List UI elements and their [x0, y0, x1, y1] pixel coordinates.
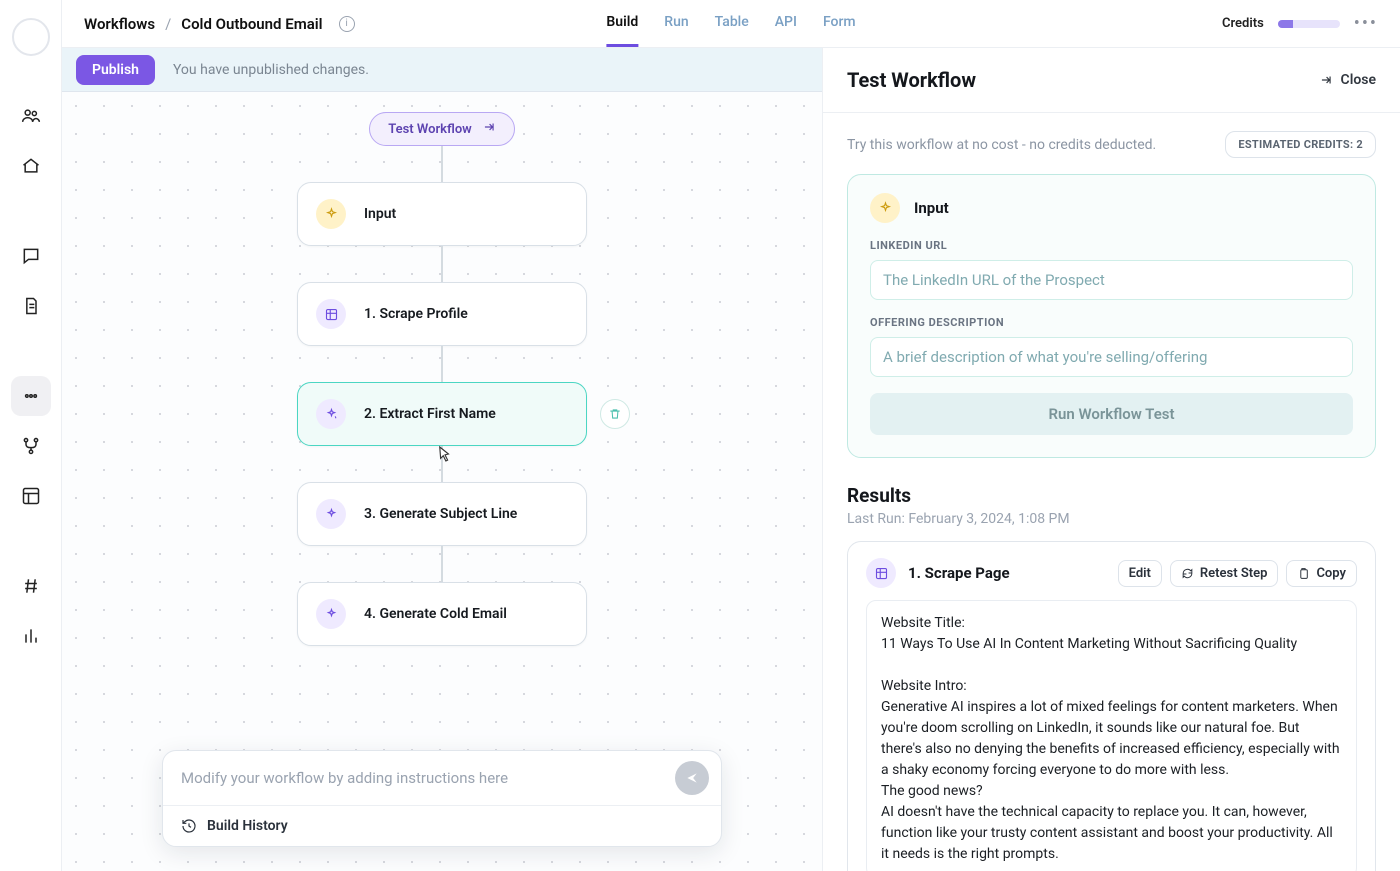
node-input-label: Input: [364, 206, 396, 222]
nav-hash-icon[interactable]: [11, 566, 51, 606]
tab-run[interactable]: Run: [664, 0, 688, 47]
compose-input[interactable]: [181, 769, 675, 787]
node-extract-first-name[interactable]: 2. Extract First Name: [297, 382, 587, 446]
cursor-icon: [438, 445, 452, 463]
canvas[interactable]: Test Workflow Input: [62, 92, 822, 871]
compose-box: Build History: [162, 750, 722, 847]
tab-table[interactable]: Table: [715, 0, 749, 47]
history-icon: [181, 818, 197, 834]
sparkle-icon: [316, 599, 346, 629]
node-extract-first-name-label: 2. Extract First Name: [364, 406, 496, 422]
test-workflow-label: Test Workflow: [388, 122, 472, 137]
panel-title: Test Workflow: [847, 68, 976, 92]
tab-api[interactable]: API: [775, 0, 797, 47]
node-scrape-profile-label: 1. Scrape Profile: [364, 306, 468, 322]
offering-desc-label: OFFERING DESCRIPTION: [870, 316, 1353, 329]
nav-workflow-icon[interactable]: [11, 376, 51, 416]
sparkle-icon: [870, 193, 900, 223]
nav-chat-icon[interactable]: [11, 236, 51, 276]
info-icon[interactable]: i: [339, 16, 355, 32]
breadcrumb-page[interactable]: Cold Outbound Email: [181, 15, 322, 33]
credits-meter: [1278, 20, 1340, 28]
breadcrumb-root[interactable]: Workflows: [84, 15, 155, 33]
publish-button[interactable]: Publish: [76, 55, 155, 85]
sparkle-icon: [316, 499, 346, 529]
close-icon: [1319, 73, 1333, 87]
nav-branch-icon[interactable]: [11, 426, 51, 466]
breadcrumb: Workflows / Cold Outbound Email i: [84, 15, 355, 33]
send-button[interactable]: [675, 761, 709, 795]
refresh-icon: [1181, 567, 1194, 580]
result-card: 1. Scrape Page Edit Retest Step Copy: [847, 541, 1376, 871]
grid-icon: [316, 299, 346, 329]
delete-node-button[interactable]: [600, 399, 630, 429]
edit-button[interactable]: Edit: [1118, 560, 1162, 587]
result-body: Website Title: 11 Ways To Use AI In Cont…: [866, 600, 1357, 871]
estimated-credits-chip: ESTIMATED CREDITS: 2: [1225, 131, 1376, 158]
publish-note: You have unpublished changes.: [173, 62, 369, 78]
panel-subtext: Try this workflow at no cost - no credit…: [847, 137, 1156, 153]
nav-layout-icon[interactable]: [11, 476, 51, 516]
build-history-button[interactable]: Build History: [163, 805, 721, 846]
nav-people-icon[interactable]: [11, 96, 51, 136]
test-workflow-pill[interactable]: Test Workflow: [369, 112, 515, 146]
publish-bar: Publish You have unpublished changes.: [62, 48, 822, 92]
close-label: Close: [1341, 72, 1376, 88]
tabs: Build Run Table API Form: [606, 0, 855, 47]
copy-button[interactable]: Copy: [1286, 560, 1357, 587]
node-generate-subject-label: 3. Generate Subject Line: [364, 506, 517, 522]
node-input[interactable]: Input: [297, 182, 587, 246]
linkedin-url-label: LINKEDIN URL: [870, 239, 1353, 252]
result-step-title: 1. Scrape Page: [908, 564, 1010, 582]
tab-form[interactable]: Form: [823, 0, 856, 47]
input-card: Input LINKEDIN URL OFFERING DESCRIPTION …: [847, 174, 1376, 458]
more-icon[interactable]: •••: [1354, 13, 1378, 34]
arrow-right-icon: [482, 120, 496, 138]
nav-analytics-icon[interactable]: [11, 616, 51, 656]
input-card-title: Input: [914, 199, 949, 217]
node-generate-email-label: 4. Generate Cold Email: [364, 606, 507, 622]
left-sidebar: [0, 0, 62, 871]
credits-label: Credits: [1222, 16, 1264, 31]
topbar: Workflows / Cold Outbound Email i Build …: [62, 0, 1400, 48]
tab-build[interactable]: Build: [606, 0, 638, 47]
run-workflow-test-button[interactable]: Run Workflow Test: [870, 393, 1353, 435]
results-lastrun: Last Run: February 3, 2024, 1:08 PM: [847, 511, 1376, 527]
close-button[interactable]: Close: [1319, 72, 1376, 88]
linkedin-url-input[interactable]: [870, 260, 1353, 300]
nav-home-icon[interactable]: [11, 146, 51, 186]
build-history-label: Build History: [207, 818, 288, 834]
node-generate-subject[interactable]: 3. Generate Subject Line: [297, 482, 587, 546]
right-panel: Test Workflow Close Try this workflow at…: [822, 48, 1400, 871]
sparkle-icon: [316, 199, 346, 229]
clipboard-icon: [1297, 567, 1310, 580]
grid-icon: [866, 558, 896, 588]
nav-doc-icon[interactable]: [11, 286, 51, 326]
results-title: Results: [847, 484, 1376, 507]
node-scrape-profile[interactable]: 1. Scrape Profile: [297, 282, 587, 346]
avatar[interactable]: [12, 18, 50, 56]
offering-desc-input[interactable]: [870, 337, 1353, 377]
retest-step-button[interactable]: Retest Step: [1170, 560, 1279, 587]
sparkle-icon: [316, 399, 346, 429]
node-generate-email[interactable]: 4. Generate Cold Email: [297, 582, 587, 646]
